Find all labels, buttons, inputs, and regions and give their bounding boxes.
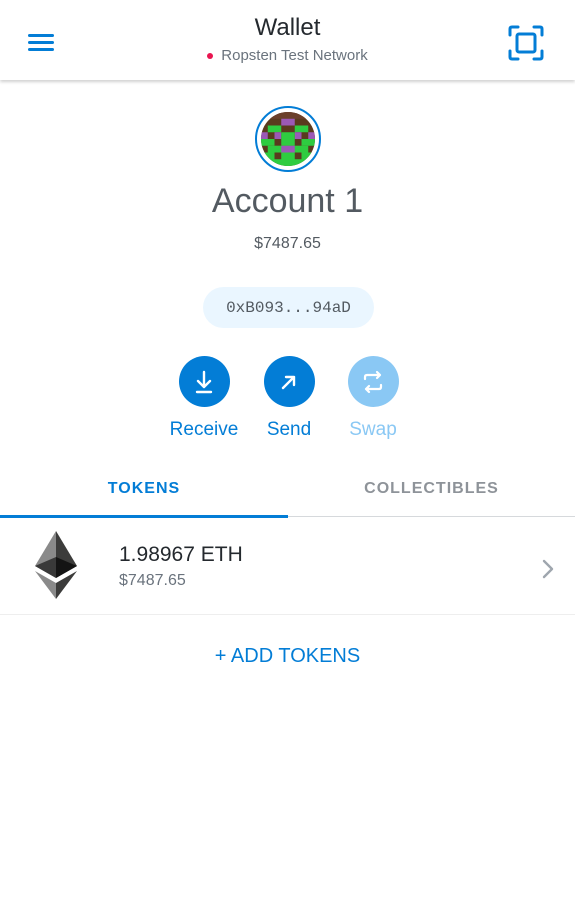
- receive-button[interactable]: Receive: [159, 356, 249, 441]
- token-amount: 1.98967 ETH: [119, 543, 243, 566]
- account-name[interactable]: Account 1: [0, 182, 575, 221]
- app-header: Wallet Ropsten Test Network: [0, 0, 575, 80]
- tab-collectibles[interactable]: COLLECTIBLES: [288, 460, 575, 517]
- add-tokens-button[interactable]: + ADD TOKENS: [0, 645, 575, 668]
- swap-button[interactable]: Swap: [328, 356, 418, 441]
- ethereum-logo-icon: [35, 531, 77, 599]
- receive-label: Receive: [169, 419, 239, 440]
- qr-scan-icon[interactable]: [508, 25, 544, 61]
- network-status-dot: [207, 52, 214, 59]
- send-button[interactable]: Send: [244, 356, 334, 441]
- identicon-avatar[interactable]: [254, 106, 321, 172]
- send-label: Send: [266, 419, 312, 440]
- account-balance: $7487.65: [254, 235, 321, 252]
- tab-tokens[interactable]: TOKENS: [0, 460, 288, 517]
- asset-tabs: TOKENS COLLECTIBLES: [0, 460, 575, 518]
- send-arrow-up-right-icon: [263, 356, 315, 407]
- swap-label: Swap: [349, 419, 397, 440]
- address-copy-button[interactable]: 0xB093...94aD: [203, 287, 374, 328]
- page-title: Wallet: [254, 14, 321, 41]
- swap-arrows-icon: [347, 356, 399, 407]
- token-fiat-value: $7487.65: [119, 572, 186, 589]
- chevron-right-icon: [542, 559, 554, 579]
- network-indicator[interactable]: Ropsten Test Network: [0, 47, 575, 64]
- network-name: Ropsten Test Network: [221, 47, 368, 64]
- receive-arrow-down-icon: [178, 356, 230, 407]
- account-overview: Account 1 $7487.65: [0, 106, 575, 253]
- identicon-pattern: [260, 112, 315, 166]
- header-title-block: Wallet Ropsten Test Network: [0, 14, 575, 64]
- token-list-item[interactable]: 1.98967 ETH $7487.65: [0, 517, 575, 615]
